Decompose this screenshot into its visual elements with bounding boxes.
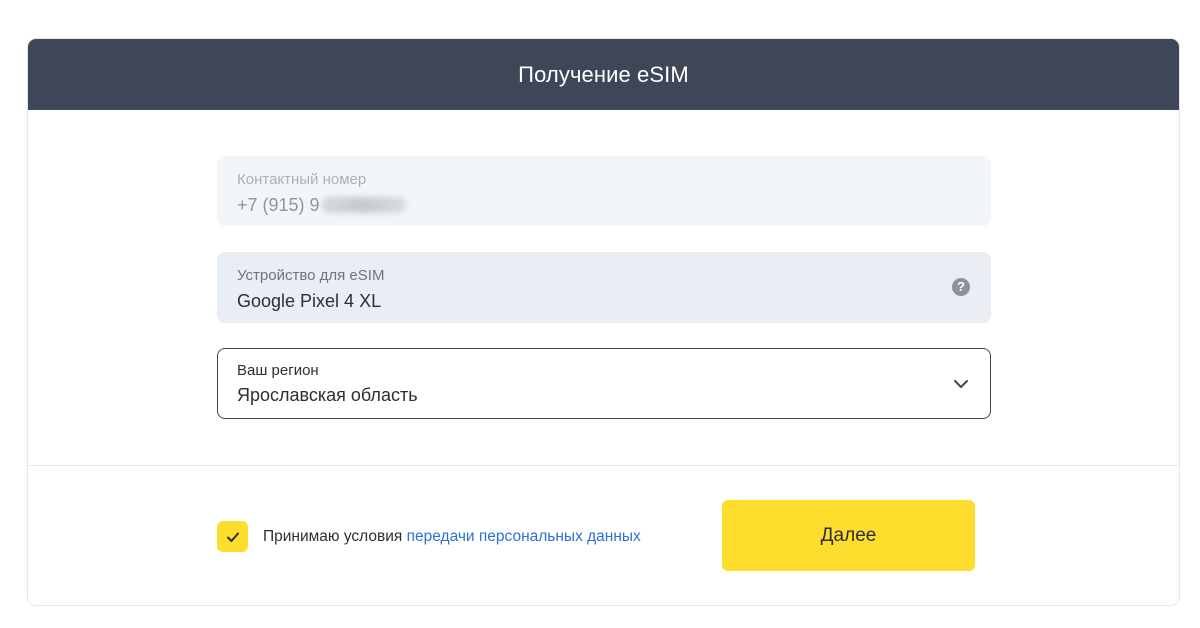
region-select-value[interactable]: Ярославская область: [237, 384, 418, 406]
device-field-label: Устройство для eSIM: [237, 267, 385, 284]
redacted-blur: [321, 197, 406, 213]
region-select[interactable]: Ваш регион Ярославская область: [217, 348, 991, 419]
consent-label: Принимаю условия передачи персональных д…: [263, 528, 641, 546]
page-title: Получение eSIM: [518, 61, 689, 87]
next-button[interactable]: Далее: [722, 500, 975, 571]
device-field[interactable]: Устройство для eSIM Google Pixel 4 XL ?: [217, 252, 991, 323]
phone-field-value: +7 (915) 9: [237, 194, 406, 216]
checkmark-icon: [226, 532, 239, 542]
phone-field: Контактный номер +7 (915) 9: [217, 156, 991, 226]
consent-checkbox[interactable]: [217, 521, 248, 552]
card-header: Получение eSIM: [28, 39, 1179, 110]
personal-data-link[interactable]: передачи персональных данных: [407, 528, 641, 545]
phone-field-label: Контактный номер: [237, 171, 367, 188]
chevron-down-icon[interactable]: [952, 375, 970, 393]
esim-card: Получение eSIM Контактный номер +7 (915)…: [27, 38, 1180, 606]
device-field-value[interactable]: Google Pixel 4 XL: [237, 290, 381, 312]
region-select-label: Ваш регион: [237, 362, 319, 379]
section-divider: [28, 465, 1179, 466]
phone-value-visible: +7 (915) 9: [237, 195, 320, 215]
help-icon[interactable]: ?: [952, 278, 970, 296]
consent-text: Принимаю условия: [263, 528, 407, 545]
